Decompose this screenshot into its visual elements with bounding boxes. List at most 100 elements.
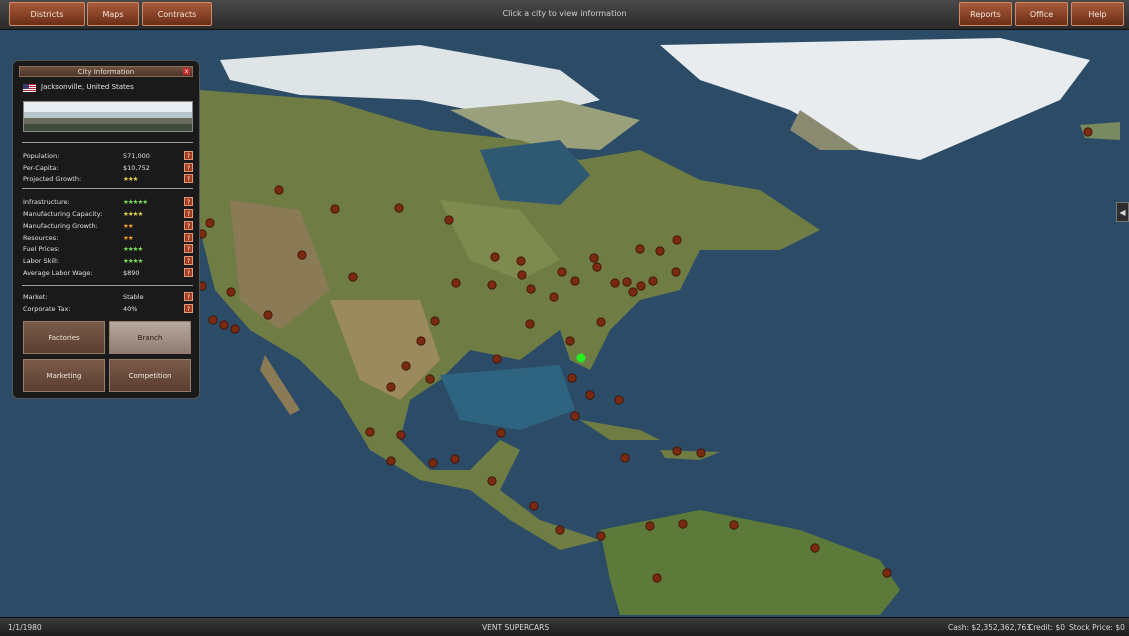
city-marker[interactable] [386, 456, 396, 466]
city-marker[interactable] [428, 458, 438, 468]
city-marker[interactable] [1083, 127, 1093, 137]
branch-button[interactable]: Branch [109, 321, 191, 354]
help-icon[interactable]: ? [184, 304, 193, 313]
city-marker[interactable] [444, 215, 454, 225]
city-marker[interactable] [492, 354, 502, 364]
city-marker[interactable] [622, 277, 632, 287]
city-marker[interactable] [490, 252, 500, 262]
city-marker[interactable] [557, 267, 567, 277]
city-marker[interactable] [729, 520, 739, 530]
city-marker[interactable] [635, 244, 645, 254]
city-marker[interactable] [274, 185, 284, 195]
city-marker[interactable] [208, 315, 218, 325]
city-marker[interactable] [620, 453, 630, 463]
city-marker[interactable] [450, 454, 460, 464]
help-icon[interactable]: ? [184, 209, 193, 218]
resources-row: Resources: ★★ ? [23, 233, 193, 243]
city-marker[interactable] [628, 287, 638, 297]
city-marker[interactable] [672, 446, 682, 456]
city-information-panel: City Information x Jacksonville, United … [12, 60, 200, 399]
city-marker[interactable] [348, 272, 358, 282]
help-icon[interactable]: ? [184, 221, 193, 230]
city-marker[interactable] [496, 428, 506, 438]
city-marker[interactable] [297, 250, 307, 260]
help-icon[interactable]: ? [184, 233, 193, 242]
city-marker[interactable] [487, 280, 497, 290]
help-icon[interactable]: ? [184, 197, 193, 206]
help-icon[interactable]: ? [184, 163, 193, 172]
city-marker[interactable] [596, 317, 606, 327]
city-marker[interactable] [614, 395, 624, 405]
city-marker[interactable] [645, 521, 655, 531]
city-marker[interactable] [882, 568, 892, 578]
growth-label: Projected Growth: [23, 175, 82, 183]
city-marker[interactable] [263, 310, 273, 320]
city-marker[interactable] [416, 336, 426, 346]
city-marker[interactable] [394, 203, 404, 213]
city-marker[interactable] [330, 204, 340, 214]
city-marker[interactable] [696, 448, 706, 458]
city-marker[interactable] [451, 278, 461, 288]
office-button[interactable]: Office [1015, 2, 1068, 26]
city-marker[interactable] [555, 525, 565, 535]
help-icon[interactable]: ? [184, 174, 193, 183]
city-marker[interactable] [425, 374, 435, 384]
city-marker[interactable] [570, 411, 580, 421]
city-marker[interactable] [219, 320, 229, 330]
city-marker[interactable] [678, 519, 688, 529]
city-marker[interactable] [230, 324, 240, 334]
city-marker[interactable] [525, 319, 535, 329]
city-marker[interactable] [652, 573, 662, 583]
tax-value: 40% [123, 305, 138, 313]
city-marker[interactable] [655, 246, 665, 256]
credit-value: Credit: $0 [1028, 623, 1066, 632]
city-marker[interactable] [671, 267, 681, 277]
growth-stars: ★★★ [123, 175, 139, 183]
help-icon[interactable]: ? [184, 292, 193, 301]
city-marker[interactable] [365, 427, 375, 437]
city-marker[interactable] [529, 501, 539, 511]
city-marker[interactable] [610, 278, 620, 288]
help-icon[interactable]: ? [184, 268, 193, 277]
city-marker[interactable] [585, 390, 595, 400]
city-marker[interactable] [567, 373, 577, 383]
city-marker[interactable] [549, 292, 559, 302]
city-marker[interactable] [430, 316, 440, 326]
reports-button[interactable]: Reports [959, 2, 1012, 26]
city-marker[interactable] [205, 218, 215, 228]
selected-city-marker[interactable] [576, 353, 586, 363]
help-icon[interactable]: ? [184, 256, 193, 265]
city-marker[interactable] [226, 287, 236, 297]
fuel-stars: ★★★★ [123, 245, 143, 253]
city-marker[interactable] [810, 543, 820, 553]
city-marker[interactable] [487, 476, 497, 486]
tax-row: Corporate Tax: 40% ? [23, 304, 193, 314]
city-marker[interactable] [589, 253, 599, 263]
divider [22, 188, 193, 189]
city-marker[interactable] [565, 336, 575, 346]
city-marker[interactable] [516, 256, 526, 266]
city-marker[interactable] [386, 382, 396, 392]
city-marker[interactable] [570, 276, 580, 286]
city-marker[interactable] [396, 430, 406, 440]
marketing-button[interactable]: Marketing [23, 359, 105, 392]
city-marker[interactable] [592, 262, 602, 272]
labor-row: Labor Skill: ★★★★ ? [23, 256, 193, 266]
city-marker[interactable] [517, 270, 527, 280]
close-icon[interactable]: x [183, 68, 190, 75]
city-marker[interactable] [401, 361, 411, 371]
help-button[interactable]: Help [1071, 2, 1124, 26]
competition-button[interactable]: Competition [109, 359, 191, 392]
side-panel-toggle[interactable]: ◀ [1116, 202, 1129, 222]
city-marker[interactable] [636, 281, 646, 291]
help-icon[interactable]: ? [184, 244, 193, 253]
panel-title-text: City Information [77, 68, 135, 76]
city-marker[interactable] [672, 235, 682, 245]
city-marker[interactable] [526, 284, 536, 294]
help-icon[interactable]: ? [184, 151, 193, 160]
mfg-growth-label: Manufacturing Growth: [23, 222, 98, 230]
city-marker[interactable] [648, 276, 658, 286]
city-marker[interactable] [596, 531, 606, 541]
population-row: Population: 571,000 ? [23, 151, 193, 161]
factories-button[interactable]: Factories [23, 321, 105, 354]
